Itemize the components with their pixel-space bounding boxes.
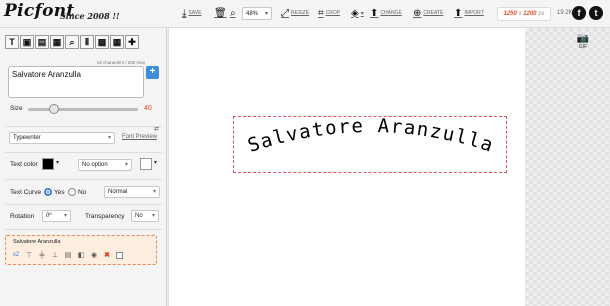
size-separator: x	[518, 11, 522, 17]
share-count: 19.2K	[557, 10, 573, 16]
curve-yes-label: Yes	[54, 189, 65, 196]
save-label: SAVE	[188, 10, 202, 16]
text-input[interactable]	[8, 66, 144, 98]
camera-icon: 📷	[576, 33, 590, 44]
text-selection-box[interactable]: Salvatore Aranzulla	[233, 116, 507, 173]
import-label: IMPORT	[464, 10, 484, 16]
add-text-button[interactable]: +	[146, 66, 159, 79]
curve-yes-radio[interactable]	[44, 188, 52, 196]
divider	[5, 179, 162, 180]
change-label: CHANGE	[380, 10, 402, 16]
zoom-select[interactable]: 48%	[242, 7, 272, 20]
zoom-button[interactable]: ⌕	[230, 5, 236, 21]
layer-checkbox[interactable]	[116, 251, 123, 259]
option-select[interactable]: No option	[78, 159, 132, 171]
resize-icon: ⤢	[281, 7, 289, 19]
layers-icon[interactable]: ◧	[77, 251, 85, 259]
rotation-select[interactable]: 0º	[42, 210, 71, 222]
right-strip	[525, 28, 610, 306]
layer-actions: x2 ⊤ ╪ ⊥ ▤ ◧ ◉ ✖	[12, 251, 123, 259]
search-icon: ⌕	[230, 7, 236, 19]
chevron-down-icon: ▾	[360, 10, 364, 17]
curve-mode-select[interactable]: Normal	[104, 186, 160, 198]
facebook-icon[interactable]: f	[572, 6, 586, 20]
chevron-down-icon[interactable]: ▾	[56, 159, 59, 166]
rotation-label: Rotation	[10, 213, 35, 220]
download-icon: ⤓	[182, 7, 187, 19]
divider	[5, 204, 162, 205]
chevron-down-icon[interactable]: ▾	[154, 159, 157, 166]
align-bottom-icon[interactable]: ⊥	[51, 251, 59, 259]
curved-text[interactable]: Salvatore Aranzulla	[234, 117, 508, 174]
curved-text-content: Salvatore Aranzulla	[245, 117, 495, 157]
fill-button[interactable]: ◈ ▾	[351, 5, 364, 21]
create-label: CREATE	[423, 10, 444, 16]
text-color-label: Text color	[10, 161, 38, 168]
background-tool-icon[interactable]: ▩	[95, 35, 109, 49]
upload-icon: ⬆	[370, 7, 379, 19]
char-counter: 19 characters / 200 max	[96, 60, 145, 65]
gif-label: GIF	[578, 44, 588, 50]
pattern-tool-icon[interactable]: ▦	[50, 35, 64, 49]
eye-icon[interactable]: ◉	[90, 251, 98, 259]
paint-bucket-icon: ◈	[351, 7, 359, 19]
size-label: Size	[10, 105, 23, 112]
plus-circle-icon: ⊕	[413, 7, 422, 19]
duplicate-layer-button[interactable]: x2	[12, 252, 20, 258]
layer-name: Salvatore Aranzulla	[13, 239, 61, 245]
font-select[interactable]: Typewriter	[9, 132, 115, 144]
move-tool-icon[interactable]: ✚	[125, 35, 139, 49]
layer-card[interactable]: Salvatore Aranzulla x2 ⊤ ╪ ⊥ ▤ ◧ ◉ ✖	[5, 235, 157, 265]
size-height: 1200	[523, 11, 537, 17]
font-preview-link[interactable]: Font Preview	[122, 134, 157, 140]
crop-label: CROP	[325, 10, 341, 16]
filter-tool-icon[interactable]: ⦀	[80, 35, 94, 49]
transparency-label: Transparency	[85, 213, 125, 220]
svg-text:Salvatore Aranzulla: Salvatore Aranzulla	[245, 117, 497, 157]
trash-icon: 🗑	[214, 7, 227, 19]
layer-stack-icon[interactable]: ▤	[64, 251, 72, 259]
delete-button[interactable]: 🗑	[214, 5, 227, 21]
transparency-select[interactable]: No	[131, 210, 159, 222]
import-button[interactable]: ⬆ IMPORT	[454, 5, 484, 21]
text-tool-icon[interactable]: T	[5, 35, 19, 49]
canvas-area[interactable]: Salvatore Aranzulla	[168, 28, 525, 306]
size-width: 1250	[503, 11, 517, 17]
text-color-swatch[interactable]	[42, 158, 54, 170]
size-value: 40	[144, 105, 152, 112]
shape-tool-icon[interactable]: ▤	[35, 35, 49, 49]
curve-no-label: No	[78, 189, 87, 196]
divider	[5, 152, 162, 153]
crop-icon: ⌗	[318, 7, 324, 19]
align-middle-icon[interactable]: ╪	[38, 252, 46, 259]
search-tool-icon[interactable]: ⌕	[65, 35, 79, 49]
resize-button[interactable]: ⤢ RESIZE	[281, 5, 309, 21]
align-top-icon[interactable]: ⊤	[25, 251, 33, 259]
canvas-size-readout[interactable]: 1250 x 1200 px	[497, 7, 551, 21]
curve-no-radio[interactable]	[68, 188, 76, 196]
create-button[interactable]: ⊕ CREATE	[413, 5, 443, 21]
text-curve-label: Text Curve	[10, 189, 42, 196]
change-button[interactable]: ⬆ CHANGE	[370, 5, 402, 21]
delete-layer-icon[interactable]: ✖	[103, 251, 111, 259]
import-icon: ⬆	[454, 7, 463, 19]
crop-button[interactable]: ⌗ CROP	[318, 5, 340, 21]
size-slider-thumb[interactable]	[49, 104, 60, 114]
left-panel: T ▣ ▤ ▦ ⌕ ⦀ ▩ ▦ ✚ 19 characters / 200 ma…	[0, 28, 167, 306]
size-unit: px	[538, 11, 545, 17]
twitter-icon[interactable]: t	[589, 6, 603, 20]
tagline: Since 2008 !!	[60, 11, 120, 21]
bg-color-swatch[interactable]	[140, 158, 152, 170]
tool-bar: T ▣ ▤ ▦ ⌕ ⦀ ▩ ▦ ✚	[5, 35, 139, 49]
header: Picfont Since 2008 !! ⤓ SAVE 🗑 ⌕ 48% ⤢ R…	[0, 0, 610, 28]
image-tool-icon[interactable]: ▣	[20, 35, 34, 49]
resize-label: RESIZE	[291, 10, 310, 16]
save-button[interactable]: ⤓ SAVE	[182, 5, 201, 21]
gif-button[interactable]: 📷 GIF	[575, 33, 591, 51]
grid-tool-icon[interactable]: ▦	[110, 35, 124, 49]
divider	[5, 126, 162, 127]
size-slider[interactable]	[28, 104, 138, 114]
divider	[5, 229, 162, 230]
